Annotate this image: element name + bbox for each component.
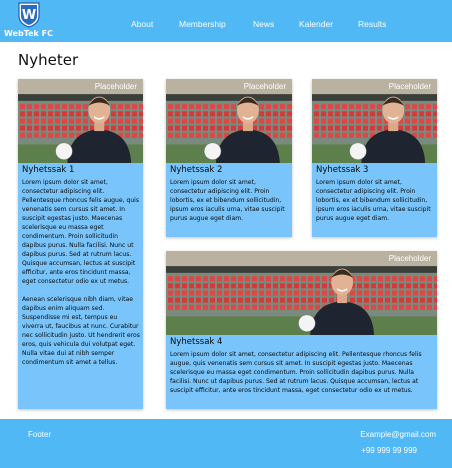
news-card-body: Lorem ipsum dolor sit amet, consectetur … xyxy=(316,178,434,232)
footer-email-link[interactable]: Example@gmail.com xyxy=(360,430,436,439)
news-card-photo: Placeholder xyxy=(312,79,437,163)
news-card-photo: Placeholder xyxy=(166,79,292,163)
news-card-photo: Placeholder xyxy=(18,79,143,163)
site-header: W WebTek FC About Membership News Kalend… xyxy=(0,0,452,42)
nav-link-membership[interactable]: Membership xyxy=(179,19,226,29)
site-footer: Footer Example@gmail.com +99 999 99 999 xyxy=(0,419,452,468)
player-photo-icon xyxy=(312,79,437,163)
placeholder-label: Placeholder xyxy=(94,82,137,91)
news-card-paragraph: Lorem ipsum dolor sit amet, consectetur … xyxy=(170,351,422,394)
player-photo-icon xyxy=(18,79,143,163)
player-photo-icon xyxy=(166,251,437,335)
logo-text: WebTek FC xyxy=(4,29,53,38)
news-card-title: Nyhetssak 1 xyxy=(22,165,75,175)
news-card-body: Lorem ipsum dolor sit amet, consectetur … xyxy=(170,350,434,404)
nav-link-about[interactable]: About xyxy=(131,19,153,29)
player-photo-icon xyxy=(166,79,292,163)
footer-phone: +99 999 99 999 xyxy=(361,446,417,455)
news-card-paragraph: Aenean scelerisque nibh diam, vitae dapi… xyxy=(22,296,140,366)
nav-link-kalender[interactable]: Kalender xyxy=(299,19,333,29)
news-card-title: Nyhetssak 4 xyxy=(170,337,223,347)
news-card-body: Lorem ipsum dolor sit amet, consectetur … xyxy=(22,178,140,376)
news-card-paragraph: Lorem ipsum dolor sit amet, consectetur … xyxy=(316,179,431,222)
placeholder-label: Placeholder xyxy=(243,82,286,91)
shield-logo-icon: W xyxy=(18,2,40,28)
news-card-4[interactable]: Placeholder Nyhetssak 4 Lorem ipsum dolo… xyxy=(166,251,437,409)
news-card-paragraph: Lorem ipsum dolor sit amet, consectetur … xyxy=(170,179,285,222)
placeholder-label: Placeholder xyxy=(388,82,431,91)
news-card-photo: Placeholder xyxy=(166,251,437,335)
site-logo[interactable]: W WebTek FC xyxy=(4,2,56,42)
nav-link-news[interactable]: News xyxy=(253,19,274,29)
news-card-title: Nyhetssak 3 xyxy=(316,165,369,175)
logo-letter: W xyxy=(22,8,36,23)
placeholder-label: Placeholder xyxy=(388,254,431,263)
news-card-body: Lorem ipsum dolor sit amet, consectetur … xyxy=(170,178,289,232)
news-card-1[interactable]: Placeholder Nyhetssak 1 Lorem ipsum dolo… xyxy=(18,79,143,409)
footer-label: Footer xyxy=(28,430,52,439)
page-title: Nyheter xyxy=(18,51,79,69)
news-card-3[interactable]: Placeholder Nyhetssak 3 Lorem ipsum dolo… xyxy=(312,79,437,237)
news-card-paragraph: Lorem ipsum dolor sit amet, consectetur … xyxy=(22,179,140,285)
news-card-2[interactable]: Placeholder Nyhetssak 2 Lorem ipsum dolo… xyxy=(166,79,292,237)
nav-link-results[interactable]: Results xyxy=(358,19,386,29)
news-card-title: Nyhetssak 2 xyxy=(170,165,223,175)
